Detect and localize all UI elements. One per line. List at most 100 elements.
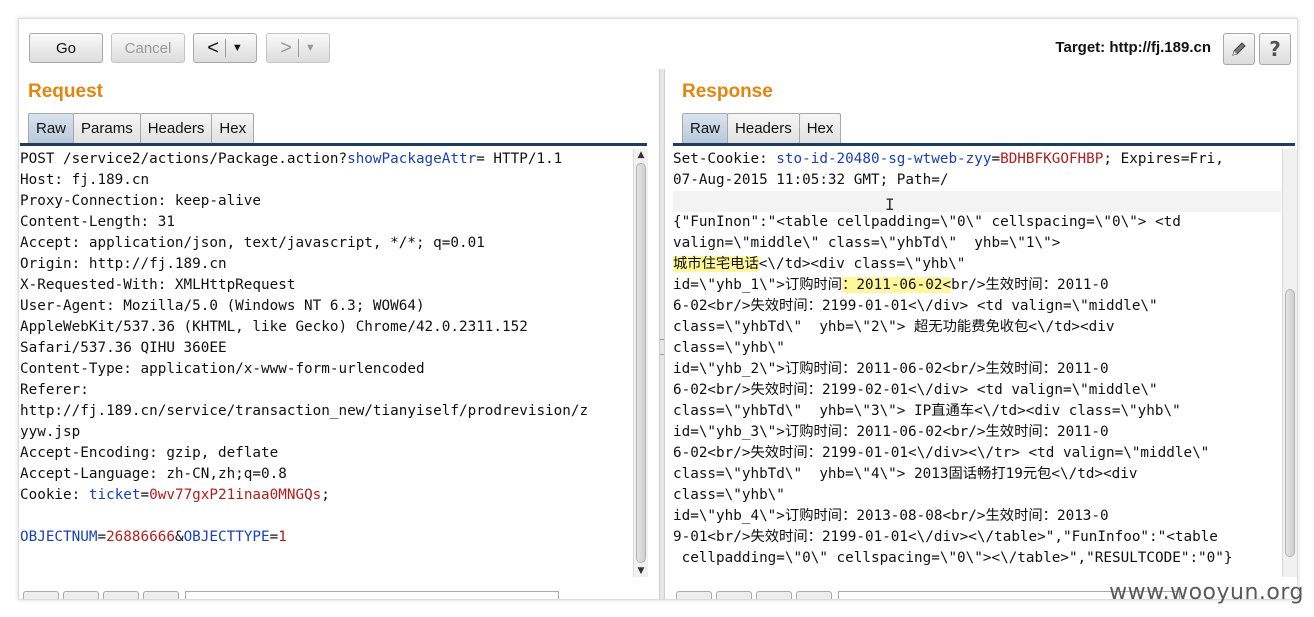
code-line: Accept: application/json, text/javascrip… [20,233,632,254]
param-value: 26886666 [106,529,175,545]
request-tab-raw[interactable]: Raw [28,113,75,143]
code-line: Proxy-Connection: keep-alive [20,191,632,212]
response-scrollbar[interactable] [1282,149,1297,577]
code-line: 6-02<br/>失效时间：2199-01-01<\/div><\/tr> <t… [673,443,1281,464]
request-next-button[interactable] [103,591,139,599]
code-text: = [97,529,107,545]
code-text: X-Requested-With: XMLHttpRequest [20,277,296,293]
request-next-match-button[interactable] [143,591,179,599]
code-line: class=\"yhbTd\" yhb=\"3\"> IP直通车<\/td><d… [673,401,1281,422]
response-tabs: Raw Headers Hex [682,113,842,143]
forward-button[interactable]: > ▼ [266,33,330,63]
splitter-grip-icon[interactable] [660,339,664,355]
request-editor[interactable]: POST /service2/actions/Package.action?sh… [20,149,632,585]
response-tab-underline [673,143,1295,146]
code-text: class=\"yhbTd\" yhb=\"2\"> 超无功能费免收包<\/td… [673,319,1115,335]
code-text: yyw.jsp [20,424,81,440]
pane-splitter[interactable] [659,69,665,599]
scrollbar-thumb[interactable] [1285,289,1295,557]
param-name: OBJECTNUM [20,529,98,545]
request-search-input[interactable] [185,591,559,599]
param-name: showPackageAttr [347,151,477,167]
code-text: Referer: [20,382,89,398]
code-text: = [140,487,150,503]
request-tabs: Raw Params Headers Hex [28,113,255,143]
code-text: id=\"yhb_1\">订购时间 [673,277,843,293]
code-line: class=\"yhb\" [673,338,1281,359]
separator [297,39,299,57]
burp-repeater-window: Go Cancel < ▼ > ▼ Target: http://fj.189.… [18,18,1298,600]
code-line: Host: fj.189.cn [20,170,632,191]
cancel-button[interactable]: Cancel [111,33,185,63]
scrollbar-thumb[interactable] [636,163,646,563]
request-scrollbar[interactable]: ▲ ▼ [633,149,648,577]
param-value: 1 [278,529,287,545]
code-text: <\/td><div class=\"yhb\" [758,256,966,272]
response-next-match-button[interactable] [796,591,832,599]
chevron-down-icon[interactable]: ▼ [305,42,316,54]
code-line: Accept-Encoding: gzip, deflate [20,443,632,464]
code-line: Content-Type: application/x-www-form-url… [20,359,632,380]
code-text: http://fj.189.cn/service/transaction_new… [20,403,589,419]
response-tab-headers[interactable]: Headers [727,113,800,143]
back-button[interactable]: < ▼ [193,33,257,63]
response-title: Response [682,81,773,102]
response-prev-match-button[interactable] [676,591,712,599]
code-text: Content-Type: application/x-www-form-url… [20,361,425,377]
request-tab-params[interactable]: Params [73,113,141,143]
back-arrow-icon: < [207,37,219,59]
request-text[interactable]: POST /service2/actions/Package.action?sh… [20,149,632,548]
code-line: Origin: http://fj.189.cn [20,254,632,275]
request-prev-match-button[interactable] [23,591,59,599]
scroll-up-icon[interactable]: ▲ [634,149,648,161]
chevron-down-icon[interactable]: ▼ [232,42,243,54]
request-add-button[interactable] [63,591,99,599]
pencil-icon [1232,42,1246,56]
code-text: Proxy-Connection: keep-alive [20,193,262,209]
highlighted-text: 城市住宅电话 [673,256,759,272]
response-text[interactable]: Set-Cookie: sto-id-20480-sg-wtweb-zyy=BD… [673,149,1281,569]
code-text: 6-02<br/>失效时间：2199-02-01<\/div> <td vali… [673,382,1158,398]
code-text: Host: fj.189.cn [20,172,150,188]
param-name: OBJECTTYPE [183,529,270,545]
code-line: POST /service2/actions/Package.action?sh… [20,149,632,170]
code-text: Accept-Encoding: gzip, deflate [20,445,279,461]
code-line: User-Agent: Mozilla/5.0 (Windows NT 6.3;… [20,296,632,317]
code-line [673,191,1281,212]
code-text: id=\"yhb_3\">订购时间：2011-06-02<br/>生效时间：20… [673,424,1109,440]
code-line: 6-02<br/>失效时间：2199-01-01<\/div> <td vali… [673,296,1281,317]
edit-target-button[interactable] [1223,33,1255,65]
code-text: class=\"yhbTd\" yhb=\"3\"> IP直通车<\/td><d… [673,403,1181,419]
param-value: 0wv77gxP21inaa0MNGQs [149,487,322,503]
response-add-button[interactable] [716,591,752,599]
request-tab-headers[interactable]: Headers [139,113,213,143]
response-editor[interactable]: Set-Cookie: sto-id-20480-sg-wtweb-zyy=BD… [673,149,1281,585]
response-next-button[interactable] [756,591,792,599]
response-tab-raw[interactable]: Raw [682,113,729,143]
highlighted-text: ：2011-06-02< [842,277,952,293]
text-cursor-icon: I [885,195,895,214]
code-line: {"FunInon":"<table cellpadding=\"0\" cel… [673,212,1281,233]
scroll-down-icon[interactable]: ▼ [634,565,648,577]
code-line: Referer: [20,380,632,401]
code-text: class=\"yhb\" [673,340,785,356]
code-line: http://fj.189.cn/service/transaction_new… [20,401,632,422]
request-tab-underline [20,143,647,146]
code-line: cellpadding=\"0\" cellspacing=\"0\"><\/t… [673,548,1281,569]
code-text: AppleWebKit/537.36 (KHTML, like Gecko) C… [20,319,528,335]
request-title: Request [28,81,103,102]
code-line: id=\"yhb_4\">订购时间：2013-08-08<br/>生效时间：20… [673,506,1281,527]
code-line: id=\"yhb_1\">订购时间：2011-06-02<br/>生效时间：20… [673,275,1281,296]
code-line: 城市住宅电话<\/td><div class=\"yhb\" [673,254,1281,275]
go-button[interactable]: Go [29,33,103,63]
code-text: Content-Length: 31 [20,214,175,230]
code-text: valign=\"middle\" class=\"yhbTd\" yhb=\"… [673,235,1061,251]
code-line: 9-01<br/>失效时间：2199-01-01<\/div><\/table>… [673,527,1281,548]
code-text: class=\"yhb\" [673,487,785,503]
help-button[interactable]: ? [1259,33,1291,65]
separator [224,39,226,57]
response-tab-hex[interactable]: Hex [798,113,842,143]
request-tab-hex[interactable]: Hex [211,113,255,143]
code-line: class=\"yhb\" [673,485,1281,506]
code-line: class=\"yhbTd\" yhb=\"4\"> 2013固话畅打19元包<… [673,464,1281,485]
